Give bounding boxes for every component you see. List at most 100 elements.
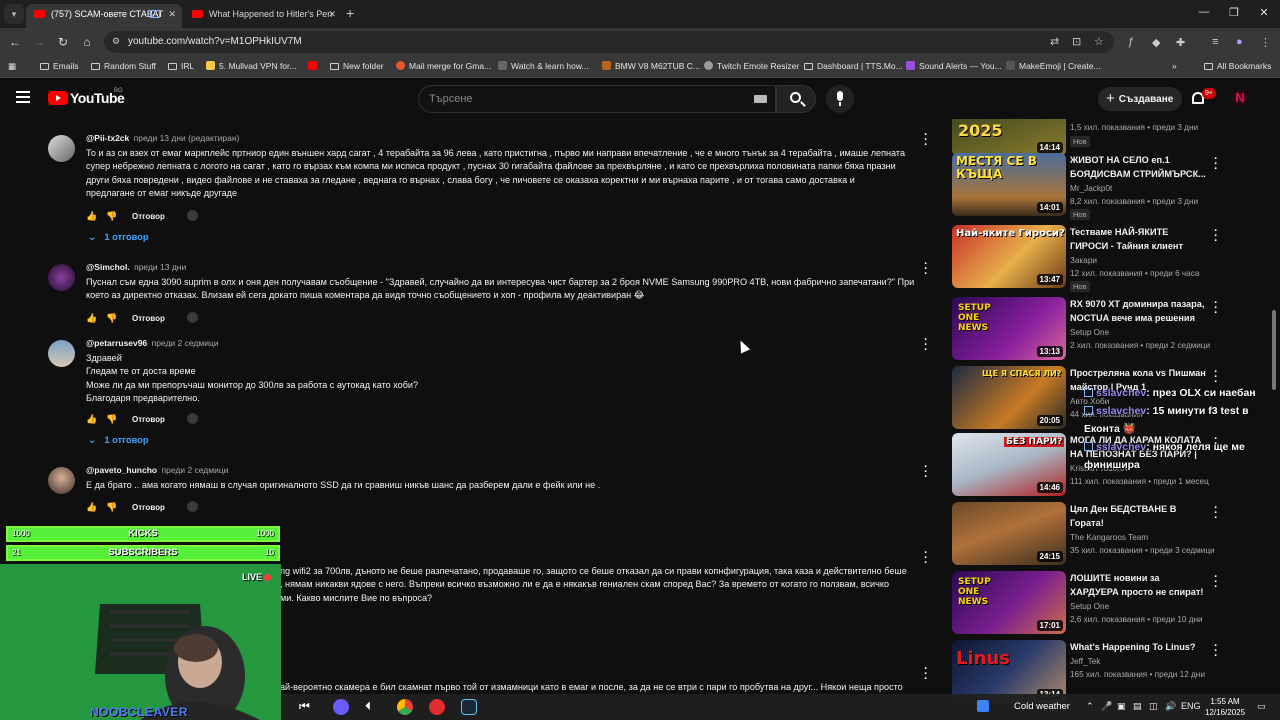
bookmark-item[interactable]: Mail merge for Gma... [396, 61, 491, 71]
youtube-logo-icon[interactable] [48, 91, 68, 105]
bookmark-item[interactable]: Dashboard | TTS.Mo... [804, 61, 903, 71]
view-replies-button[interactable]: ⌄ 1 отговор [88, 232, 149, 243]
new-tab-icon[interactable]: + [346, 5, 354, 21]
weather-icon[interactable] [977, 700, 989, 712]
site-info-icon[interactable]: ⚙ [112, 36, 120, 47]
extension-icon[interactable]: ◆ [1152, 36, 1160, 49]
comment-author[interactable]: @Simchol. [86, 262, 130, 272]
like-icon[interactable]: 👍 [86, 313, 97, 323]
clock[interactable]: 1:55 AM 12/16/2025 [1205, 696, 1245, 718]
dislike-icon[interactable]: 👎 [106, 414, 117, 424]
comment-author[interactable]: @Pii-tx2ck [86, 133, 129, 143]
comment-time[interactable]: преди 13 дни [134, 262, 186, 272]
video-title[interactable]: ЛОШИТЕ новини за ХАРДУЕРА просто не спир… [1070, 572, 1206, 599]
account-avatar[interactable]: N [1232, 90, 1248, 106]
video-channel[interactable]: Закари [1070, 256, 1097, 265]
bookmark-item[interactable]: MakeEmoji | Create... [1006, 61, 1101, 71]
search-button[interactable] [776, 85, 816, 113]
video-card[interactable]: 24:15 Цял Ден БЕДСТВАНЕ В Гората! The Ka… [952, 502, 1270, 566]
taskbar-back-icon[interactable]: ⏴ [365, 699, 381, 715]
video-menu-icon[interactable]: · · · [1214, 641, 1218, 662]
video-thumbnail[interactable]: ЩЕ Я СПАСЯ ЛИ? 20:05 [952, 366, 1066, 429]
comment-time[interactable]: преди 2 седмици [152, 338, 219, 348]
video-title[interactable]: Тестваме НАЙ-ЯКИТЕ ГИРОСИ - Тайния клиен… [1070, 226, 1206, 253]
taskbar-chrome-icon[interactable] [397, 699, 413, 715]
bookmark-item[interactable]: 5. Mullvad VPN for... [206, 61, 296, 71]
video-channel[interactable]: Jeff_Tek [1070, 657, 1100, 666]
minimize-icon[interactable]: — [1196, 6, 1212, 18]
video-card[interactable]: Най-яките Гироси? 13:47 Тестваме НАЙ-ЯКИ… [952, 225, 1270, 292]
comment-menu-icon[interactable]: · · · [924, 259, 928, 280]
tray-icon[interactable]: ▣ [1117, 701, 1126, 712]
page-scrollbar[interactable] [1272, 310, 1276, 390]
taskbar-steam-icon[interactable] [461, 699, 477, 715]
comment-menu-icon[interactable]: · · · [924, 335, 928, 356]
close-tab-icon[interactable]: ✕ [168, 4, 176, 24]
comment-menu-icon[interactable]: · · · [924, 462, 928, 483]
bookmark-star-icon[interactable]: ☆ [1094, 35, 1104, 48]
weather-text[interactable]: Cold weather [1014, 701, 1070, 712]
reply-button[interactable]: Отговор [132, 314, 165, 323]
view-replies-button[interactable]: ⌄ 1 отговор [88, 435, 149, 446]
mic-tray-icon[interactable]: 🎤 [1101, 701, 1112, 712]
create-button[interactable]: + Създаване [1098, 87, 1182, 111]
forward-icon[interactable]: → [32, 35, 46, 49]
bookmark-item[interactable]: Emails [40, 61, 79, 71]
bookmark-item[interactable]: All Bookmarks [1204, 61, 1271, 71]
install-icon[interactable]: ⊡ [1072, 35, 1081, 48]
comment-avatar[interactable] [48, 264, 75, 291]
taskbar-media-icon[interactable]: ⏮ [299, 699, 315, 715]
extension-fx-icon[interactable]: ƒ [1128, 36, 1134, 48]
apps-grid-icon[interactable]: ▦ [8, 61, 16, 72]
back-icon[interactable]: ← [8, 35, 22, 49]
video-thumbnail[interactable]: SETUP ONE NEWS 17:01 [952, 571, 1066, 634]
network-icon[interactable]: ◫ [1149, 701, 1158, 712]
restore-icon[interactable]: ❐ [1226, 6, 1242, 19]
comment-avatar[interactable] [48, 135, 75, 162]
browser-menu-icon[interactable]: ⋮ [1260, 36, 1271, 49]
video-card[interactable]: SETUP ONE NEWS 13:13 RX 9070 XT доминира… [952, 297, 1270, 361]
translate-icon[interactable]: ⇄ [1050, 35, 1059, 48]
close-tab-icon[interactable]: ✕ [328, 4, 336, 24]
comment-menu-icon[interactable]: · · · [924, 130, 928, 151]
comment-menu-icon[interactable]: · · · [924, 548, 928, 569]
extensions-puzzle-icon[interactable]: ✚ [1176, 36, 1185, 49]
video-menu-icon[interactable]: · · · [1214, 572, 1218, 593]
video-menu-icon[interactable]: · · · [1214, 226, 1218, 247]
taskbar-discord-icon[interactable] [333, 699, 349, 715]
close-window-icon[interactable]: ✕ [1256, 6, 1272, 19]
cast-icon[interactable] [150, 10, 160, 18]
comment-menu-icon[interactable]: · · · [924, 664, 928, 685]
comment-avatar[interactable] [48, 340, 75, 367]
bookmark-item[interactable]: IRL [168, 61, 194, 71]
dislike-icon[interactable]: 👎 [106, 211, 117, 221]
bookmark-item[interactable]: New folder [330, 61, 384, 71]
video-thumbnail[interactable]: SETUP ONE NEWS 13:13 [952, 297, 1066, 360]
menu-icon[interactable] [16, 91, 30, 103]
volume-icon[interactable]: 🔊 [1165, 701, 1176, 712]
tray-icon[interactable]: ▤ [1133, 701, 1142, 712]
comment-author[interactable]: @petarrusev96 [86, 338, 147, 348]
reply-button[interactable]: Отговор [132, 212, 165, 221]
tab-search-icon[interactable]: ▾ [4, 4, 24, 24]
language-indicator[interactable]: ENG [1181, 701, 1201, 711]
comment-author[interactable]: @paveto_huncho [86, 465, 157, 475]
video-menu-icon[interactable]: · · · [1214, 298, 1218, 319]
video-menu-icon[interactable]: · · · [1214, 503, 1218, 524]
dislike-icon[interactable]: 👎 [106, 313, 117, 323]
video-card[interactable]: 2025 14:14 1,5 хил. показвания • преди 3… [952, 119, 1270, 157]
comment-avatar[interactable] [48, 467, 75, 494]
reply-button[interactable]: Отговор [132, 503, 165, 512]
comment-time[interactable]: преди 2 седмици [161, 465, 228, 475]
video-thumbnail[interactable]: 24:15 [952, 502, 1066, 565]
video-thumbnail[interactable]: МЕСТЯ СЕ В КЪЩА 14:01 [952, 153, 1066, 216]
taskbar-obs-icon[interactable] [429, 699, 445, 715]
like-icon[interactable]: 👍 [86, 211, 97, 221]
notification-center-icon[interactable]: ▭ [1257, 701, 1266, 712]
video-channel[interactable]: Setup One [1070, 328, 1109, 337]
video-menu-icon[interactable]: · · · [1214, 154, 1218, 175]
video-channel[interactable]: Setup One [1070, 602, 1109, 611]
reply-button[interactable]: Отговор [132, 415, 165, 424]
like-icon[interactable]: 👍 [86, 502, 97, 512]
address-bar[interactable]: ⚙ youtube.com/watch?v=M1OPHkIUV7M ⇄ ⊡ ☆ [104, 31, 1114, 53]
